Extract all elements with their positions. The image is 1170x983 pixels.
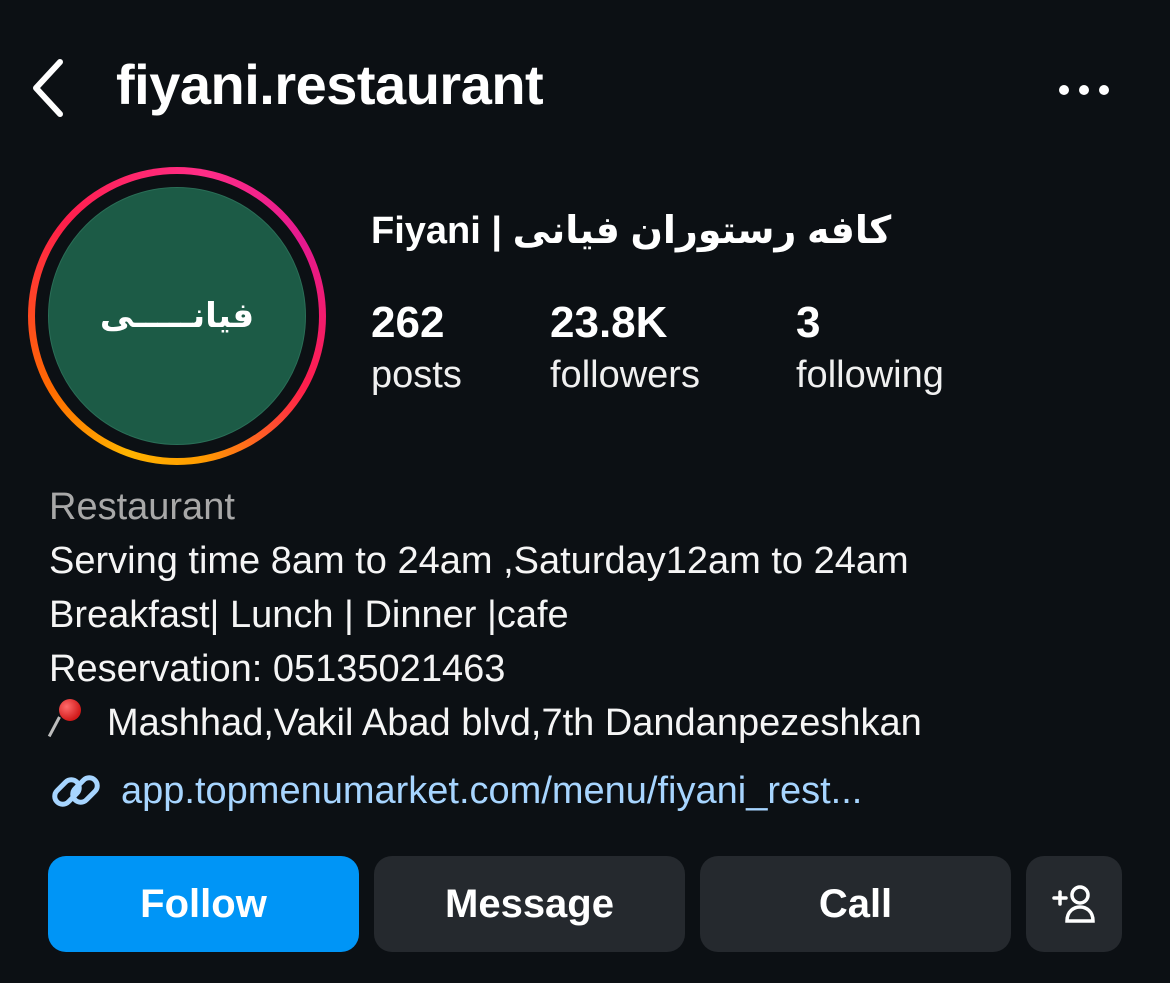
stat-following[interactable]: 3 following bbox=[796, 296, 944, 400]
more-options-button[interactable] bbox=[1054, 64, 1114, 116]
following-label: following bbox=[796, 354, 944, 396]
message-button[interactable]: Message bbox=[374, 856, 685, 952]
display-name: Fiyani | کافه رستوران فیانی bbox=[371, 210, 892, 252]
profile-username: fiyani.restaurant bbox=[116, 53, 544, 116]
more-horizontal-icon bbox=[1059, 85, 1109, 95]
bio-link[interactable]: app.topmenumarket.com/menu/fiyani_rest..… bbox=[49, 764, 862, 818]
profile-bio: Restaurant Serving time 8am to 24am ,Sat… bbox=[47, 480, 1139, 750]
location-text: Mashhad,Vakil Abad blvd,7th Dandanpezesh… bbox=[107, 702, 922, 744]
avatar-logo-text: فیانـــــی bbox=[99, 296, 255, 336]
stat-followers[interactable]: 23.8K followers bbox=[550, 296, 700, 400]
story-ring[interactable]: فیانـــــی bbox=[28, 167, 326, 465]
followers-label: followers bbox=[550, 354, 700, 396]
bio-line-reservation: Reservation: 05135021463 bbox=[49, 648, 506, 690]
avatar-gap: فیانـــــی bbox=[35, 174, 319, 458]
following-count: 3 bbox=[796, 298, 821, 347]
bio-link-text: app.topmenumarket.com/menu/fiyani_rest..… bbox=[121, 769, 863, 812]
round-pushpin-icon bbox=[47, 697, 89, 741]
link-icon bbox=[52, 775, 100, 807]
stat-posts[interactable]: 262 posts bbox=[371, 296, 462, 400]
avatar: فیانـــــی bbox=[48, 187, 306, 445]
profile-header: fiyani.restaurant bbox=[0, 0, 1170, 180]
follow-button[interactable]: Follow bbox=[48, 856, 359, 952]
profile-category: Restaurant bbox=[49, 486, 235, 528]
bio-line-meals: Breakfast| Lunch | Dinner |cafe bbox=[49, 594, 569, 636]
call-button[interactable]: Call bbox=[700, 856, 1011, 952]
chevron-left-icon bbox=[33, 59, 63, 117]
suggested-accounts-button[interactable] bbox=[1026, 856, 1122, 952]
add-person-icon bbox=[1052, 885, 1095, 923]
posts-count: 262 bbox=[371, 298, 445, 347]
back-button[interactable] bbox=[22, 52, 74, 124]
bio-line-hours: Serving time 8am to 24am ,Saturday12am t… bbox=[49, 540, 909, 582]
bio-line-location: Mashhad,Vakil Abad blvd,7th Dandanpezesh… bbox=[47, 696, 1139, 750]
posts-label: posts bbox=[371, 354, 462, 396]
followers-count: 23.8K bbox=[550, 298, 668, 347]
